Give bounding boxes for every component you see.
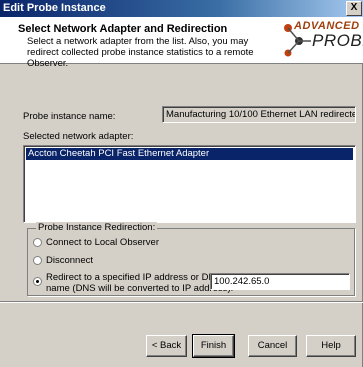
redirect-ip-label-line1[interactable]: Redirect to a specified IP address or DN… xyxy=(46,272,222,283)
window-title: Edit Probe Instance xyxy=(3,2,106,14)
header-description: Select a network adapter from the list. … xyxy=(27,36,254,69)
probe-name-label: Probe instance name: xyxy=(23,111,116,122)
adapter-list[interactable]: Accton Cheetah PCI Fast Ethernet Adapter xyxy=(23,145,356,223)
logo-text-bottom: PROBE xyxy=(312,31,363,50)
button-separator xyxy=(0,301,363,303)
wizard-header: Select Network Adapter and Redirection S… xyxy=(0,17,363,69)
back-button[interactable]: < Back xyxy=(146,335,187,357)
redirect-ip-radio[interactable] xyxy=(33,277,42,286)
disconnect-label[interactable]: Disconnect xyxy=(46,255,93,266)
probe-name-field: Manufacturing 10/100 Ethernet LAN redire… xyxy=(162,106,356,123)
list-item[interactable]: Accton Cheetah PCI Fast Ethernet Adapter xyxy=(26,148,353,160)
adapter-label: Selected network adapter: xyxy=(23,131,134,142)
redirect-ip-label-line2[interactable]: name (DNS will be converted to IP addres… xyxy=(46,283,233,294)
disconnect-radio[interactable] xyxy=(33,256,42,265)
connect-local-radio[interactable] xyxy=(33,238,42,247)
edit-probe-instance-dialog: Edit Probe Instance X Select Network Ada… xyxy=(0,0,363,367)
help-button[interactable]: Help xyxy=(306,335,356,357)
close-icon[interactable]: X xyxy=(346,1,362,16)
radio-selected-dot xyxy=(36,280,39,283)
redirection-group-title: Probe Instance Redirection: xyxy=(36,222,158,233)
finish-button[interactable]: Finish xyxy=(192,334,235,358)
title-bar: Edit Probe Instance X xyxy=(0,0,363,17)
advanced-probe-logo: ADVANCED PROBE xyxy=(281,19,363,61)
header-title: Select Network Adapter and Redirection xyxy=(18,23,228,35)
ip-address-input[interactable]: 100.242.65.0 xyxy=(210,273,350,290)
connect-local-label[interactable]: Connect to Local Observer xyxy=(46,237,159,248)
cancel-button[interactable]: Cancel xyxy=(248,335,297,357)
